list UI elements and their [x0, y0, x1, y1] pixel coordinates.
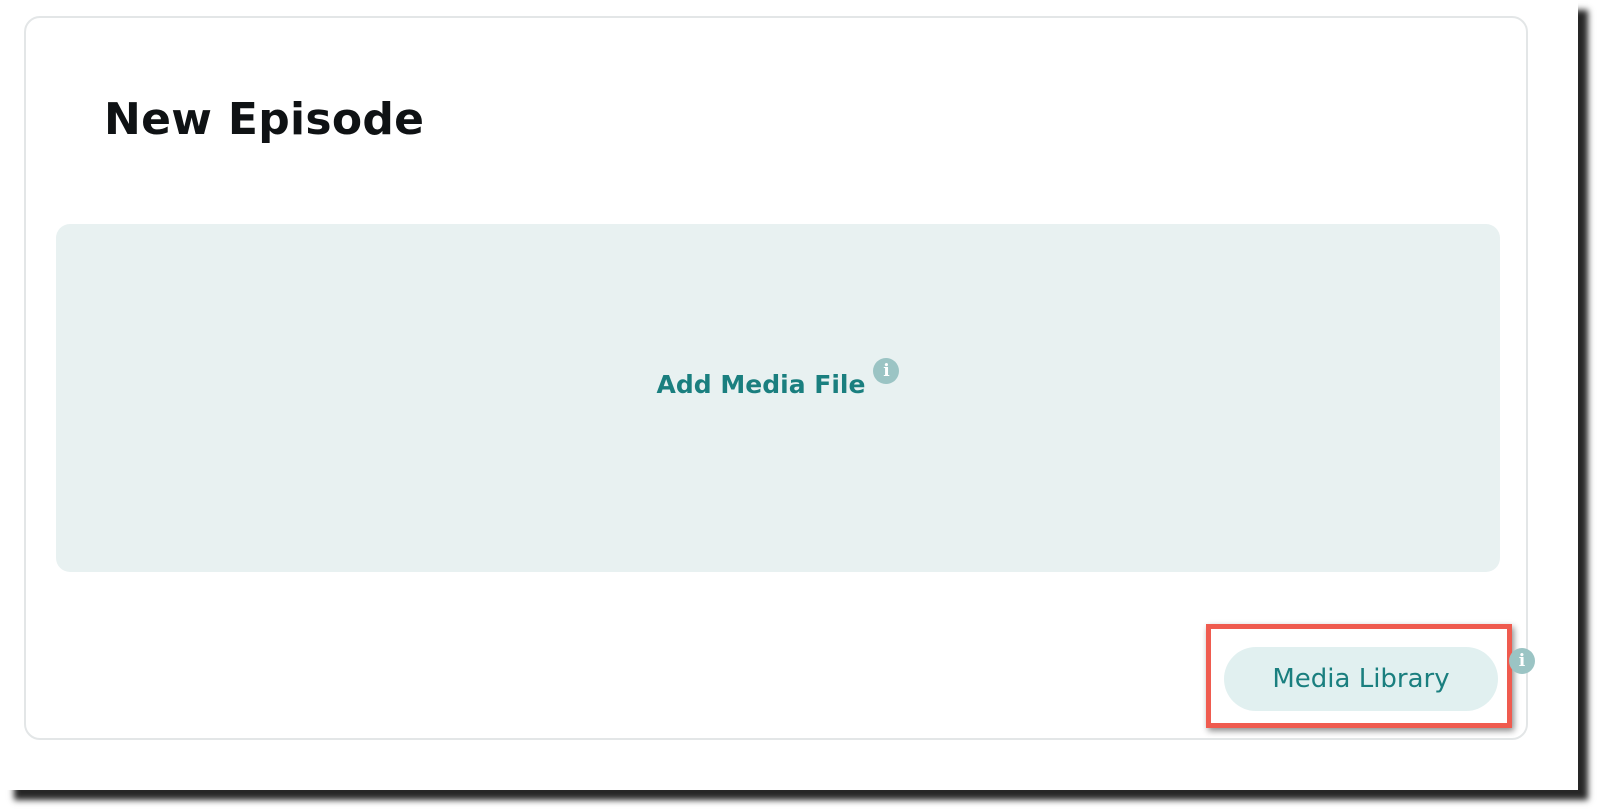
info-icon[interactable]: i — [1509, 648, 1535, 674]
page-title: New Episode — [104, 94, 425, 145]
media-library-button[interactable]: Media Library — [1224, 647, 1498, 711]
dropzone-label-wrap: Add Media File i — [56, 357, 1500, 399]
info-icon[interactable]: i — [873, 357, 900, 384]
add-media-file-label[interactable]: Add Media File — [657, 370, 866, 399]
screenshot-frame: New Episode Add Media File i Media Librar… — [4, 0, 1578, 790]
media-dropzone[interactable]: Add Media File i — [56, 224, 1500, 572]
